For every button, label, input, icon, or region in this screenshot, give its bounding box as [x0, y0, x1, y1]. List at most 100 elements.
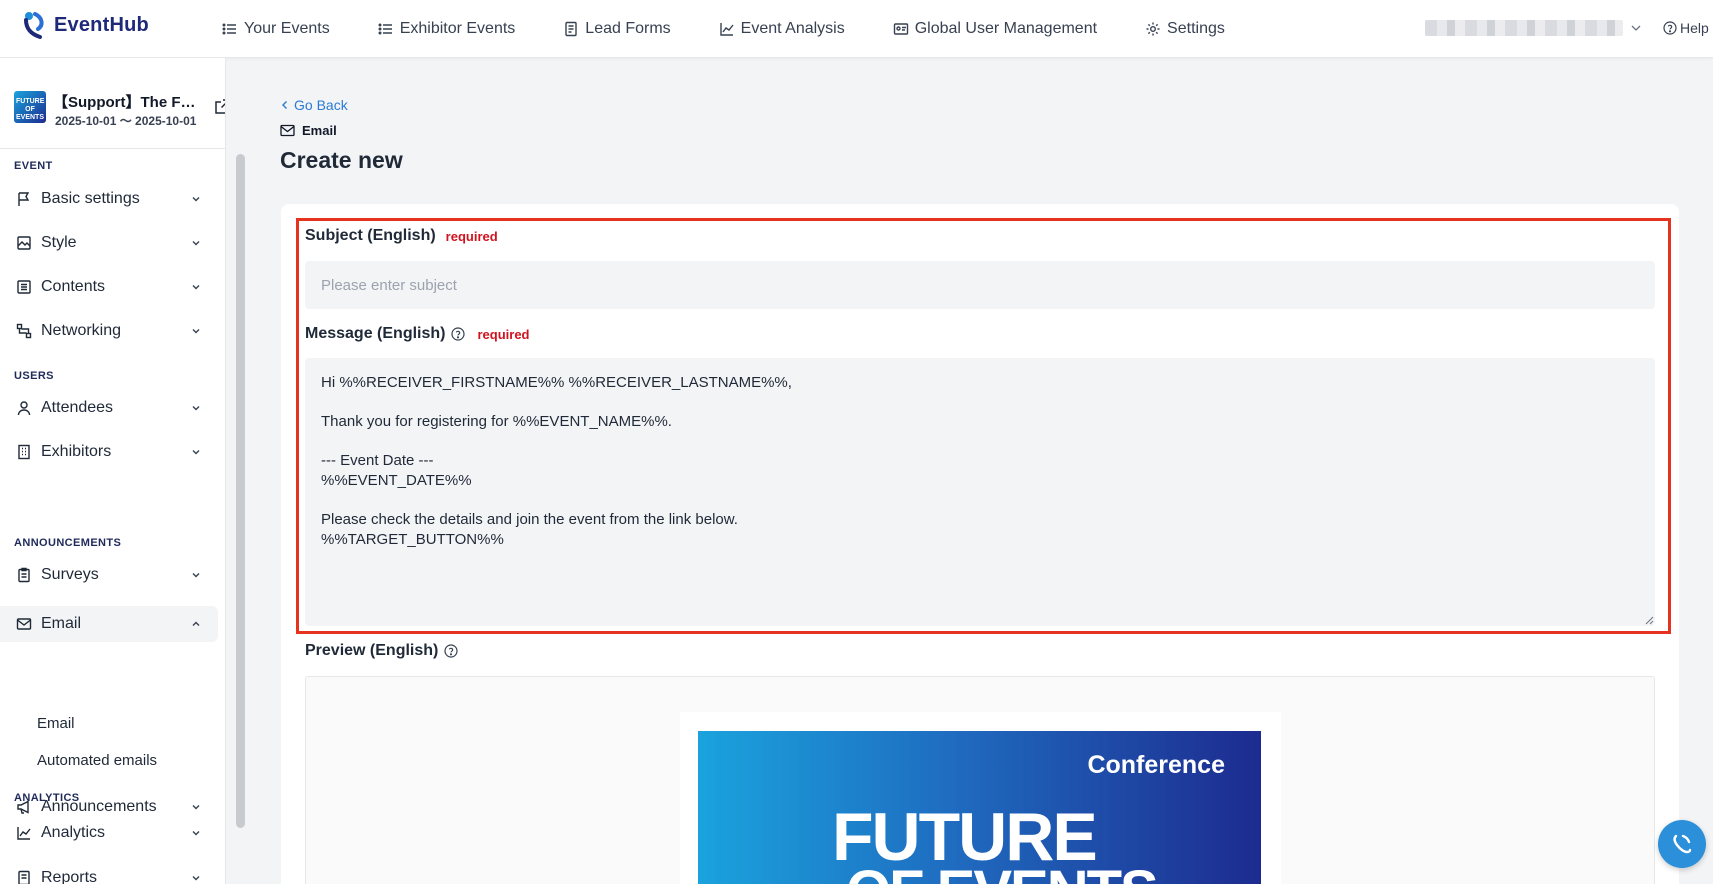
sidebar-item-surveys[interactable]: Surveys [0, 557, 218, 593]
sidebar-scrollbar[interactable] [236, 154, 245, 828]
nav-global-user-management[interactable]: Global User Management [893, 20, 1097, 38]
sidebar-item-label: Email [41, 615, 82, 632]
event-header: FUTURE OF EVENTS 【Support】The F… 2025-10… [14, 91, 224, 139]
event-dates: 2025-10-01 ～ 2025-10-01 [55, 114, 197, 128]
report-icon [18, 870, 30, 884]
page-title: Create new [280, 147, 403, 173]
breadcrumb: Email [280, 123, 337, 138]
clipboard-icon [18, 567, 30, 583]
building-icon [18, 444, 30, 460]
list-icon [378, 23, 392, 35]
breadcrumb-label: Email [302, 123, 337, 138]
mail-icon [16, 618, 32, 630]
sidebar-item-style[interactable]: Style [0, 225, 218, 261]
sidebar-item-label: Networking [41, 322, 122, 339]
image-icon [17, 236, 31, 250]
help-circle-icon [1663, 21, 1677, 35]
chevron-down-icon [192, 573, 200, 578]
section-analytics: ANALYTICS [14, 792, 80, 804]
nav-label: Event Analysis [740, 20, 845, 37]
chevron-down-icon [192, 285, 200, 290]
network-icon [16, 323, 32, 339]
section-users: USERS [14, 370, 54, 382]
sidebar-item-label: Exhibitors [41, 443, 112, 460]
nav-your-events[interactable]: Your Events [222, 20, 330, 38]
preview-label-text: Preview (English) [305, 642, 439, 659]
chevron-down-icon [192, 876, 200, 881]
help-circle-icon[interactable] [444, 644, 458, 658]
chevron-down-icon [192, 406, 200, 411]
sidebar-divider [0, 148, 225, 149]
subject-label-text: Subject (English) [305, 227, 436, 244]
chevron-up-icon [192, 621, 200, 626]
go-back-link[interactable]: Go Back [280, 97, 348, 113]
message-label-text: Message (English) [305, 325, 446, 342]
section-event: EVENT [14, 160, 53, 172]
sidebar-item-label: Analytics [41, 824, 106, 841]
sidebar-item-attendees[interactable]: Attendees [0, 390, 218, 426]
sidebar-subitem-automated-emails[interactable]: Automated emails [37, 752, 157, 769]
subject-input[interactable] [305, 261, 1655, 309]
banner-title-line2: OF EVENTS [846, 863, 1159, 884]
chevron-down-icon [192, 241, 200, 246]
sidebar-item-label: Style [41, 234, 77, 251]
nav-label: Your Events [244, 20, 330, 37]
chevron-down-icon [192, 450, 200, 455]
nav-label: Exhibitor Events [399, 20, 516, 37]
sidebar-item-analytics[interactable]: Analytics [0, 815, 218, 851]
sidebar-item-email[interactable]: Email [0, 606, 218, 642]
sidebar-item-label: Reports [41, 869, 98, 884]
chevron-down-icon [192, 329, 200, 334]
sidebar-subitem-email[interactable]: Email [37, 715, 75, 732]
chevron-down-icon[interactable] [1630, 22, 1642, 34]
required-badge: required [477, 326, 530, 342]
required-badge: required [445, 228, 498, 244]
preview-banner-image: Conference FUTURE OF EVENTS [698, 731, 1261, 884]
gear-icon [1146, 22, 1160, 36]
nav-exhibitor-events[interactable]: Exhibitor Events [378, 20, 516, 38]
top-nav-bar: EventHub Your Events Exhibitor Events Le… [0, 0, 1713, 58]
form-icon [565, 21, 577, 37]
user-icon [17, 401, 31, 416]
sidebar-item-contents[interactable]: Contents [0, 269, 218, 305]
sidebar-item-label: Surveys [41, 566, 99, 583]
sidebar-item-label: Basic settings [41, 190, 140, 207]
banner-tag: Conference [1087, 751, 1225, 779]
sidebar: FUTURE OF EVENTS 【Support】The F… 2025-10… [0, 58, 226, 884]
logo-text: EventHub [54, 13, 149, 36]
help-link[interactable]: Help [1663, 20, 1709, 36]
preview-label: Preview (English) [305, 642, 458, 660]
event-thumbnail: FUTURE OF EVENTS [14, 91, 46, 123]
mail-icon [280, 124, 295, 137]
user-menu[interactable] [1425, 20, 1623, 36]
list-box-icon [17, 280, 31, 294]
nav-event-analysis[interactable]: Event Analysis [719, 20, 845, 38]
chevron-down-icon [192, 805, 200, 810]
list-icon [222, 23, 236, 35]
sidebar-item-basic-settings[interactable]: Basic settings [0, 181, 218, 217]
sidebar-item-networking[interactable]: Networking [0, 313, 218, 349]
nav-settings[interactable]: Settings [1145, 20, 1225, 38]
flag-icon [18, 192, 30, 206]
eventhub-logo-icon [24, 12, 44, 39]
nav-label: Global User Management [914, 20, 1098, 37]
chevron-down-icon [192, 197, 200, 202]
chat-support-button[interactable] [1658, 820, 1706, 868]
chart-icon [719, 23, 734, 36]
external-link-icon[interactable] [214, 98, 226, 115]
go-back-label: Go Back [294, 97, 348, 113]
subject-label: Subject (English) required [305, 227, 498, 245]
section-announcements: ANNOUNCEMENTS [14, 537, 122, 549]
chevron-down-icon [192, 831, 200, 836]
message-textarea[interactable] [305, 358, 1655, 626]
help-label: Help [1680, 20, 1709, 36]
event-name: 【Support】The F… [53, 94, 196, 111]
sidebar-item-label: Contents [41, 278, 106, 295]
eventhub-logo[interactable]: EventHub [22, 11, 149, 39]
resize-handle-icon[interactable] [1645, 616, 1654, 625]
sidebar-item-reports[interactable]: Reports [0, 860, 218, 884]
nav-label: Lead Forms [585, 20, 671, 37]
sidebar-item-exhibitors[interactable]: Exhibitors [0, 434, 218, 470]
help-circle-icon[interactable] [451, 327, 466, 341]
nav-lead-forms[interactable]: Lead Forms [563, 20, 671, 38]
